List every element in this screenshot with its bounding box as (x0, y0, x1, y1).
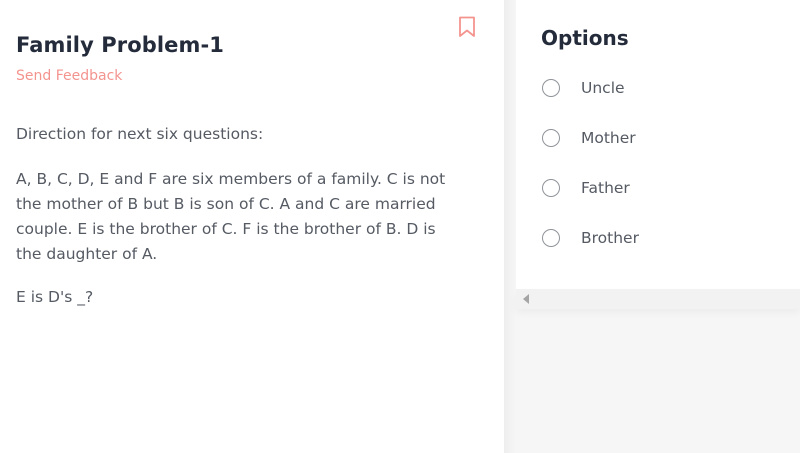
option-label: Mother (581, 129, 636, 147)
horizontal-scrollbar[interactable] (516, 289, 800, 309)
option-label: Brother (581, 229, 639, 247)
page-root: Family Problem-1 Send Feedback Direction… (0, 0, 800, 453)
question-passage: A, B, C, D, E and F are six members of a… (16, 170, 446, 263)
direction-text: Direction for next six questions: (16, 125, 264, 143)
option-father[interactable]: Father (542, 179, 782, 203)
radio-button[interactable] (542, 79, 560, 97)
options-card: Options Uncle Mother Father Brother (516, 0, 800, 289)
page-title: Family Problem-1 (16, 33, 225, 57)
option-label: Father (581, 179, 630, 197)
radio-button[interactable] (542, 179, 560, 197)
question-prompt: E is D's _? (16, 288, 94, 306)
option-uncle[interactable]: Uncle (542, 79, 782, 103)
options-title: Options (541, 26, 629, 50)
send-feedback-link[interactable]: Send Feedback (16, 68, 122, 84)
option-label: Uncle (581, 79, 625, 97)
option-brother[interactable]: Brother (542, 229, 782, 253)
bookmark-icon[interactable] (458, 16, 476, 38)
panel-divider (504, 0, 516, 453)
question-panel: Family Problem-1 Send Feedback Direction… (0, 0, 504, 453)
option-mother[interactable]: Mother (542, 129, 782, 153)
radio-button[interactable] (542, 129, 560, 147)
radio-button[interactable] (542, 229, 560, 247)
scroll-left-icon[interactable] (523, 294, 529, 304)
